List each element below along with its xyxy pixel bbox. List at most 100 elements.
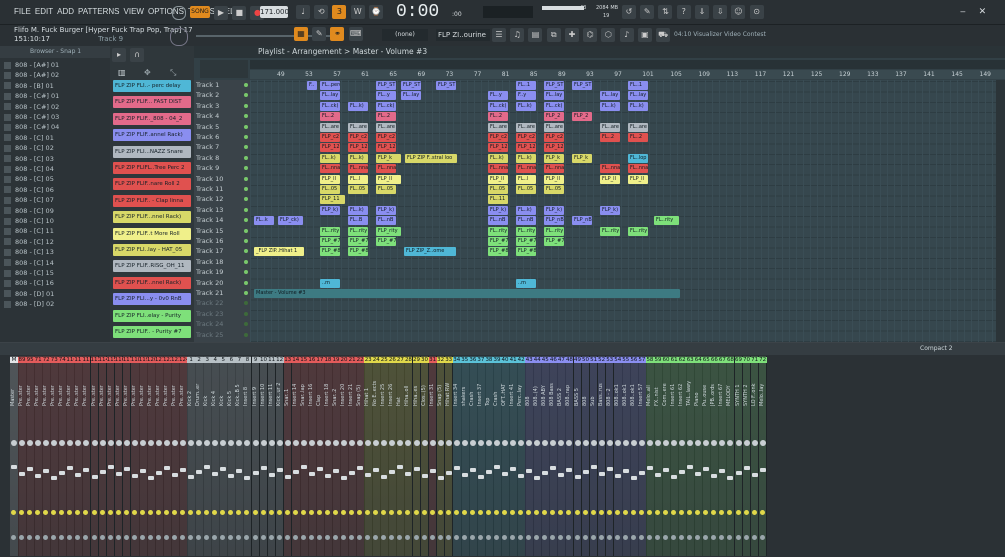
browser-item[interactable]: 808 - [C] 06 [4, 185, 108, 195]
playlist-clip[interactable]: FL..lay [628, 91, 648, 101]
download-icon[interactable]: ⇓ [694, 5, 709, 19]
route-knob[interactable] [574, 535, 580, 540]
playlist-clip[interactable]: FLP_k) [376, 205, 396, 215]
route-knob[interactable] [453, 535, 459, 540]
volume-fader[interactable] [453, 466, 460, 470]
channel-button[interactable]: FLP ZIP FLIF.. - Clap linna [113, 194, 191, 207]
route-knob[interactable] [477, 535, 483, 540]
send-knob[interactable] [469, 510, 475, 515]
volume-fader[interactable] [695, 472, 702, 476]
link-icon[interactable]: ⚭ [330, 27, 345, 41]
playlist-clip[interactable]: FLP_#8 [516, 247, 536, 257]
volume-fader[interactable] [598, 472, 605, 476]
pan-knob[interactable] [453, 440, 460, 446]
volume-fader[interactable] [719, 469, 726, 473]
playlist-clip[interactable]: FLP_ST [544, 81, 564, 90]
send-knob[interactable] [292, 510, 298, 515]
channel-rack-icon[interactable]: ▤ [528, 28, 543, 42]
route-knob[interactable] [107, 535, 113, 540]
track-mute-led[interactable] [244, 135, 248, 139]
playlist-clip[interactable]: FL..nB [516, 216, 536, 226]
send-knob[interactable] [131, 510, 137, 515]
playlist-clip[interactable]: FLP_2 [544, 112, 564, 122]
track-mute-led[interactable] [244, 332, 248, 337]
playlist-clip[interactable]: FL..rity [600, 226, 620, 236]
channel-button[interactable]: FLP ZIP FLI..- perc delay [113, 80, 191, 92]
volume-fader[interactable] [638, 471, 645, 475]
playlist-clip[interactable]: FL..are [600, 122, 620, 132]
pan-knob[interactable] [172, 440, 178, 446]
pan-knob[interactable] [421, 440, 428, 446]
volume-fader[interactable] [341, 476, 348, 480]
route-knob[interactable] [655, 535, 660, 540]
volume-fader[interactable] [566, 468, 573, 472]
volume-fader[interactable] [671, 475, 678, 479]
track-name[interactable]: Track 4 [196, 111, 242, 121]
playlist-clip[interactable]: FLP_#7 [376, 237, 396, 246]
route-knob[interactable] [115, 535, 121, 540]
route-knob[interactable] [437, 535, 443, 540]
menu-view[interactable]: VIEW [124, 0, 144, 24]
send-knob[interactable] [614, 510, 620, 515]
menu-edit[interactable]: EDIT [35, 0, 53, 24]
pan-knob[interactable] [582, 440, 589, 446]
playlist-clip[interactable]: FL..y [376, 91, 396, 101]
pan-knob[interactable] [429, 440, 436, 446]
pan-knob[interactable] [292, 440, 299, 446]
countdown-icon[interactable]: ⌚ [368, 5, 383, 19]
playlist-clip[interactable]: FL..2 [320, 112, 340, 122]
route-knob[interactable] [284, 535, 290, 540]
tempo-tapper-icon[interactable]: ♪ [619, 28, 634, 42]
route-knob[interactable] [300, 535, 306, 540]
time-display[interactable]: 0:00 [396, 2, 439, 22]
track-name[interactable]: Track 11 [196, 184, 242, 194]
browser-item[interactable]: 808 - [C] 10 [4, 216, 108, 226]
volume-fader[interactable] [381, 475, 388, 479]
playlist-clip[interactable]: FL..y [488, 91, 508, 101]
browser-item[interactable]: 808 - [C#] 02 [4, 102, 108, 112]
playlist-clip[interactable]: FLP ZIP F..stral loo [405, 153, 457, 163]
playlist-clip[interactable]: FL..k) [516, 153, 536, 163]
pan-knob[interactable] [180, 440, 187, 446]
volume-fader[interactable] [574, 475, 581, 479]
playlist-clip[interactable]: FLP_#7 [516, 237, 536, 246]
send-knob[interactable] [333, 510, 338, 515]
pan-knob[interactable] [590, 440, 597, 446]
volume-fader[interactable] [421, 474, 428, 478]
pan-knob[interactable] [663, 440, 670, 446]
send-knob[interactable] [107, 510, 113, 515]
route-knob[interactable] [630, 535, 636, 540]
playlist-clip[interactable]: FL..2 [376, 112, 396, 122]
send-knob[interactable] [139, 510, 145, 515]
volume-fader[interactable] [703, 467, 710, 471]
playlist-clip[interactable]: FLP_#7 [348, 237, 368, 246]
menu-arrow-icon[interactable]: ▸ [112, 48, 126, 62]
playlist-clip[interactable]: FL..nna [376, 164, 396, 174]
route-knob[interactable] [292, 535, 298, 540]
playlist-clip[interactable]: FLP_rity [376, 226, 401, 236]
send-knob[interactable] [743, 510, 749, 515]
pan-knob[interactable] [485, 440, 492, 446]
track-name[interactable]: Track 2 [196, 90, 242, 100]
route-knob[interactable] [485, 535, 491, 540]
pan-knob[interactable] [147, 440, 154, 446]
volume-fader[interactable] [485, 470, 492, 474]
pan-knob[interactable] [614, 440, 621, 446]
playlist-clip[interactable]: FL..are [376, 122, 396, 132]
plugin-picker-icon[interactable]: ✚ [564, 28, 579, 42]
route-knob[interactable] [614, 535, 620, 540]
route-knob[interactable] [131, 535, 137, 540]
send-knob[interactable] [453, 510, 459, 515]
browser-item[interactable]: 808 - [C] 03 [4, 154, 108, 164]
volume-fader[interactable] [91, 475, 98, 479]
pattern-selector[interactable]: (none) [382, 29, 428, 41]
send-knob[interactable] [300, 510, 306, 515]
send-knob[interactable] [655, 510, 660, 515]
playlist-clip[interactable]: FLP_k) [544, 205, 564, 215]
song-mode-toggle[interactable]: SONG [190, 6, 210, 18]
wait-icon[interactable]: W [350, 5, 365, 19]
track-mute-led[interactable] [244, 311, 248, 316]
pan-knob[interactable] [606, 440, 613, 446]
browser-item[interactable]: 808 - [C] 14 [4, 258, 108, 268]
playlist-clip[interactable]: FLP_nB [572, 216, 592, 226]
